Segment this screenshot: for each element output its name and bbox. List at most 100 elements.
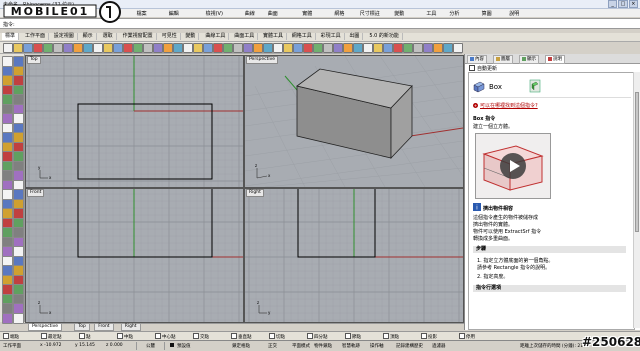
toolbar-button-icon[interactable] bbox=[43, 43, 53, 53]
osnap-toggle[interactable]: 垂直點 bbox=[231, 333, 252, 340]
viewport-perspective[interactable]: Perspective x z bbox=[244, 55, 464, 188]
toolbar-button-icon[interactable] bbox=[193, 43, 203, 53]
viewport-tab[interactable]: Perspective bbox=[28, 324, 63, 331]
menu-item[interactable]: 編輯 bbox=[169, 10, 179, 17]
toolbar-button-icon[interactable] bbox=[313, 43, 323, 53]
toolbar-button-icon[interactable] bbox=[433, 43, 443, 53]
toolbar-button-icon[interactable] bbox=[263, 43, 273, 53]
toolbar-tab[interactable]: 顯示 bbox=[80, 33, 97, 40]
toolbar-tab[interactable]: 標準 bbox=[2, 33, 20, 40]
toolbar-tab[interactable]: 變動 bbox=[182, 33, 200, 40]
toolbar-button-icon[interactable] bbox=[303, 43, 313, 53]
toolbar-button-icon[interactable] bbox=[253, 43, 263, 53]
status-toggle[interactable]: 平面模式 bbox=[292, 343, 310, 349]
toolbar-button-icon[interactable] bbox=[23, 43, 33, 53]
toolbar-button-icon[interactable] bbox=[33, 43, 43, 53]
status-unit[interactable]: 公釐 bbox=[146, 343, 155, 349]
toolbar-button-icon[interactable] bbox=[393, 43, 403, 53]
toolbar-button-icon[interactable] bbox=[93, 43, 103, 53]
toolbar-button-icon[interactable] bbox=[103, 43, 113, 53]
panel-tab[interactable]: 圖層 bbox=[493, 55, 513, 64]
toolbar-button-icon[interactable] bbox=[203, 43, 213, 53]
toolbar-button-icon[interactable] bbox=[13, 43, 23, 53]
viewport-tab[interactable]: Right bbox=[120, 324, 141, 331]
menu-item[interactable]: 曲線 bbox=[245, 10, 255, 17]
toolbar-tab[interactable]: 可見性 bbox=[159, 33, 181, 40]
toolbar-button-icon[interactable] bbox=[273, 43, 283, 53]
status-layer-swatch[interactable] bbox=[170, 343, 176, 348]
toolbar-button-icon[interactable] bbox=[133, 43, 143, 53]
toolbar-button-icon[interactable] bbox=[413, 43, 423, 53]
toolbar-button-icon[interactable] bbox=[283, 43, 293, 53]
viewport-front[interactable]: Front x z bbox=[25, 188, 244, 323]
viewport-tab[interactable]: Front bbox=[94, 324, 114, 331]
viewport-top[interactable]: Top x y bbox=[25, 55, 244, 188]
osnap-toggle[interactable]: 四分點 bbox=[307, 333, 328, 340]
menu-item[interactable]: 變動 bbox=[394, 10, 404, 17]
menu-item[interactable]: 說明 bbox=[509, 10, 519, 17]
toolbar-tab[interactable]: 工作平面 bbox=[22, 33, 50, 40]
menu-item[interactable]: 檢視(V) bbox=[206, 10, 223, 17]
status-toggle[interactable]: 操作軸 bbox=[370, 343, 384, 349]
toolbar-button-icon[interactable] bbox=[243, 43, 253, 53]
panel-tab[interactable]: 顯示 bbox=[519, 55, 539, 64]
toolbar-button-icon[interactable] bbox=[443, 43, 453, 53]
osnap-toggle[interactable]: 中心點 bbox=[155, 333, 176, 340]
osnap-toggle[interactable]: 頂點 bbox=[383, 333, 399, 340]
osnap-toggle[interactable]: 停用 bbox=[459, 333, 475, 340]
panel-tab[interactable]: 內容 bbox=[467, 55, 487, 64]
toolbar-button-icon[interactable] bbox=[113, 43, 123, 53]
menu-item[interactable]: 算圖 bbox=[482, 10, 492, 17]
menu-item[interactable]: 網格 bbox=[334, 10, 344, 17]
osnap-toggle[interactable]: 中點 bbox=[117, 333, 133, 340]
toolbar-button-icon[interactable] bbox=[383, 43, 393, 53]
toolbar-button-icon[interactable] bbox=[183, 43, 193, 53]
osnap-toggle[interactable]: 端點 bbox=[3, 333, 19, 340]
viewport-right[interactable]: Right y z bbox=[244, 188, 464, 323]
play-button[interactable] bbox=[500, 153, 526, 179]
toolbar-button-icon[interactable] bbox=[53, 43, 63, 53]
toolbar-button-icon[interactable] bbox=[323, 43, 333, 53]
toolbar-button-icon[interactable] bbox=[223, 43, 233, 53]
status-toggle[interactable]: 鎖定格點 bbox=[232, 343, 250, 349]
menu-item[interactable]: 尺寸標註 bbox=[360, 10, 380, 17]
menu-item[interactable]: 曲面 bbox=[268, 10, 278, 17]
help-video-thumbnail[interactable] bbox=[475, 133, 551, 199]
viewport-title[interactable]: Top bbox=[27, 56, 41, 64]
toolbar-button-icon[interactable] bbox=[73, 43, 83, 53]
box-shortcut-icon[interactable] bbox=[529, 79, 541, 93]
toolbar-tab[interactable]: 設定視圖 bbox=[51, 33, 78, 40]
toolbar-button-icon[interactable] bbox=[343, 43, 353, 53]
toolbar-button-icon[interactable] bbox=[123, 43, 133, 53]
toolbar-button-icon[interactable] bbox=[3, 43, 13, 53]
osnap-toggle[interactable]: 切點 bbox=[269, 333, 285, 340]
viewport-title[interactable]: Perspective bbox=[246, 56, 279, 64]
menu-item[interactable]: 實體 bbox=[302, 10, 312, 17]
toolbar-button-icon[interactable] bbox=[63, 43, 73, 53]
toolbar-button-icon[interactable] bbox=[423, 43, 433, 53]
left-tool-icon[interactable] bbox=[13, 312, 24, 324]
toolbar-button-icon[interactable] bbox=[163, 43, 173, 53]
toolbar-button-icon[interactable] bbox=[353, 43, 363, 53]
toolbar-button-icon[interactable] bbox=[233, 43, 243, 53]
toolbar-tab[interactable]: 作業視窗配置 bbox=[120, 33, 157, 40]
osnap-toggle[interactable]: 節點 bbox=[345, 333, 361, 340]
osnap-toggle[interactable]: 交點 bbox=[193, 333, 209, 340]
toolbar-button-icon[interactable] bbox=[363, 43, 373, 53]
panel-tab[interactable]: 說明 bbox=[545, 55, 565, 64]
toolbar-tab[interactable]: 彩現工具 bbox=[318, 33, 345, 40]
menu-item[interactable]: 檔案 bbox=[137, 10, 147, 17]
viewport-tab[interactable]: Top bbox=[74, 324, 90, 331]
toolbar-button-icon[interactable] bbox=[153, 43, 163, 53]
osnap-toggle[interactable]: 最近點 bbox=[41, 333, 62, 340]
toolbar-button-icon[interactable] bbox=[333, 43, 343, 53]
toolbar-button-icon[interactable] bbox=[403, 43, 413, 53]
toolbar-button-icon[interactable] bbox=[173, 43, 183, 53]
toolbar-button-icon[interactable] bbox=[213, 43, 223, 53]
osnap-toggle[interactable]: 點 bbox=[79, 333, 91, 340]
toolbar-button-icon[interactable] bbox=[83, 43, 93, 53]
toolbar-tab[interactable]: 選取 bbox=[100, 33, 117, 40]
toolbar-tab[interactable]: 5.0 的新功能 bbox=[366, 33, 403, 40]
toolbar-button-icon[interactable] bbox=[453, 43, 463, 53]
toolbar-tab[interactable]: 實體工具 bbox=[260, 33, 288, 40]
